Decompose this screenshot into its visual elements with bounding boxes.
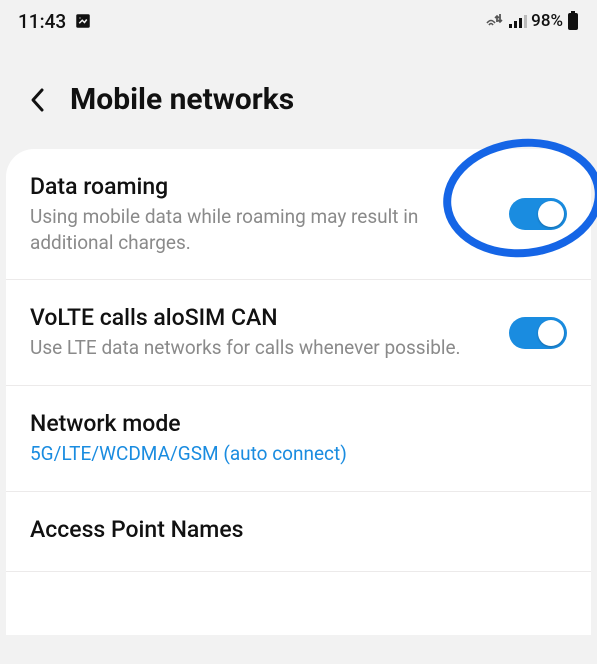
row-subtitle: Using mobile data while roaming may resu… xyxy=(30,204,493,255)
row-title: Access Point Names xyxy=(30,516,567,543)
row-text: Network mode 5G/LTE/WCDMA/GSM (auto conn… xyxy=(30,410,567,467)
row-title: Data roaming xyxy=(30,173,493,200)
row-text: VoLTE calls aloSIM CAN Use LTE data netw… xyxy=(30,304,493,361)
status-bar: 11:43 98% xyxy=(0,0,597,42)
status-bar-right: 98% xyxy=(485,11,579,31)
data-roaming-toggle[interactable] xyxy=(509,198,567,230)
row-title: VoLTE calls aloSIM CAN xyxy=(30,304,493,331)
battery-icon xyxy=(567,11,579,31)
row-text: Data roaming Using mobile data while roa… xyxy=(30,173,493,255)
row-data-roaming[interactable]: Data roaming Using mobile data while roa… xyxy=(6,149,591,280)
row-apn[interactable]: Access Point Names xyxy=(6,492,591,572)
signal-icon xyxy=(509,13,527,29)
chevron-left-icon xyxy=(27,86,49,114)
row-partial[interactable]: . xyxy=(6,572,591,635)
battery-percent: 98% xyxy=(531,11,563,31)
image-icon xyxy=(74,12,92,30)
page-header: Mobile networks xyxy=(0,42,597,149)
status-time: 11:43 xyxy=(18,10,66,33)
row-volte[interactable]: VoLTE calls aloSIM CAN Use LTE data netw… xyxy=(6,280,591,386)
row-subtitle: Use LTE data networks for calls whenever… xyxy=(30,335,493,361)
wifi-data-icon xyxy=(485,13,505,29)
row-network-mode[interactable]: Network mode 5G/LTE/WCDMA/GSM (auto conn… xyxy=(6,386,591,492)
row-text: . xyxy=(30,596,567,627)
row-title: Network mode xyxy=(30,410,567,437)
page-title: Mobile networks xyxy=(70,82,294,117)
row-text: Access Point Names xyxy=(30,516,567,547)
row-subtitle: 5G/LTE/WCDMA/GSM (auto connect) xyxy=(30,441,567,467)
status-bar-left: 11:43 xyxy=(18,10,92,33)
volte-toggle[interactable] xyxy=(509,317,567,349)
settings-panel: Data roaming Using mobile data while roa… xyxy=(6,149,591,635)
back-button[interactable] xyxy=(24,86,52,114)
